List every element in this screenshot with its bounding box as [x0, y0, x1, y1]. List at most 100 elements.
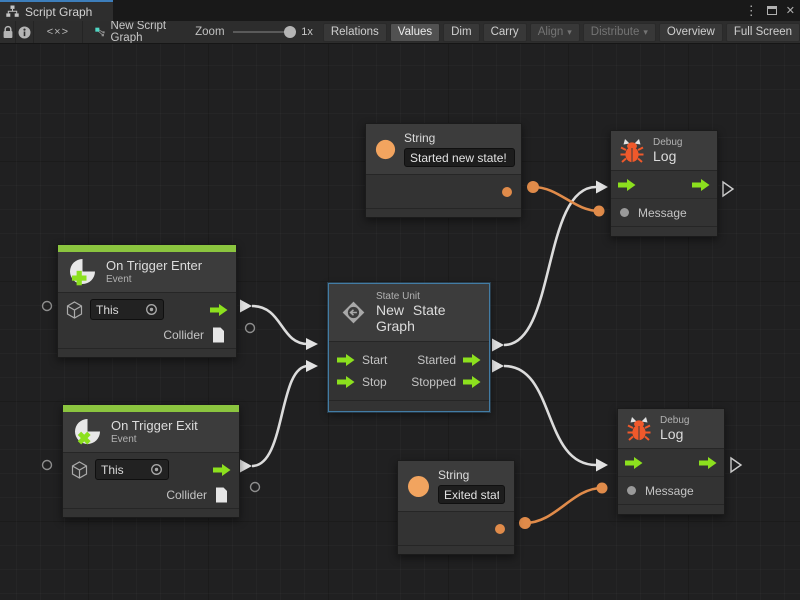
distribute-dropdown[interactable]: Distribute [583, 23, 656, 42]
graph-breadcrumb[interactable]: New Script Graph [95, 21, 172, 44]
node-footer [618, 504, 724, 514]
unconnected-port-triangle[interactable] [723, 182, 733, 196]
graph-hierarchy-icon [6, 5, 19, 18]
node-on-trigger-enter[interactable]: On Trigger Enter Event This [57, 244, 237, 358]
bug-icon [619, 137, 645, 164]
string-value-input[interactable] [404, 148, 515, 167]
values-toggle[interactable]: Values [390, 23, 440, 42]
zoom-label: Zoom [195, 26, 224, 38]
node-port-row [398, 512, 514, 545]
node-string-bottom[interactable]: String [397, 460, 515, 555]
wire-string-to-message-bottom[interactable] [525, 488, 602, 523]
unconnected-port-circle[interactable] [246, 324, 255, 333]
menu-kebab-icon[interactable] [745, 4, 758, 17]
flow-output-port[interactable] [463, 354, 481, 366]
wire-arrowhead [492, 360, 504, 373]
node-footer [63, 508, 239, 517]
wire-exit-to-stop[interactable] [252, 366, 308, 466]
node-kicker: Debug [653, 137, 682, 148]
node-string-top[interactable]: String [365, 123, 522, 218]
state-unit-icon [339, 296, 368, 329]
wire-string-to-message-top[interactable] [533, 187, 599, 211]
flow-input-port[interactable] [337, 376, 355, 388]
flow-input-port[interactable] [625, 457, 643, 469]
window-controls [745, 0, 800, 21]
node-state-unit[interactable]: State Unit New State Graph Start Started… [328, 283, 490, 412]
lock-button[interactable] [0, 21, 16, 44]
message-input-port[interactable] [627, 486, 636, 495]
node-kicker: State Unit [376, 291, 479, 302]
node-debug-log-bottom[interactable]: Debug Log Message [617, 408, 725, 515]
wire-stopped-to-log[interactable] [504, 366, 596, 465]
object-picker-icon[interactable] [150, 463, 163, 476]
port-label: Stopped [411, 375, 456, 389]
toolbar-toggles: Relations Values Dim Carry Align Distrib… [323, 23, 800, 42]
string-literal-icon [375, 138, 396, 161]
overview-button[interactable]: Overview [659, 23, 723, 42]
flow-output-port[interactable] [463, 376, 481, 388]
node-on-trigger-exit[interactable]: On Trigger Exit Event This [62, 404, 240, 518]
node-subtitle: Event [111, 434, 198, 445]
wire-enter-to-start[interactable] [252, 306, 308, 344]
node-footer [398, 545, 514, 554]
node-title: New State Graph [376, 302, 479, 334]
align-dropdown[interactable]: Align [530, 23, 580, 42]
unconnected-port-triangle[interactable] [731, 458, 741, 472]
flow-input-port[interactable] [337, 354, 355, 366]
fullscreen-button[interactable]: Full Screen [726, 23, 800, 42]
node-footer [329, 400, 489, 411]
script-graph-asset-icon [95, 25, 105, 39]
node-footer [611, 226, 717, 236]
value-port-row: Message [611, 199, 717, 226]
unconnected-port-circle[interactable] [43, 461, 52, 470]
tab-label: Script Graph [25, 5, 92, 19]
value-port-row: Message [618, 477, 724, 504]
node-title: String [404, 131, 515, 145]
node-header: String [398, 461, 514, 512]
relations-toggle[interactable]: Relations [323, 23, 387, 42]
connection-values-button[interactable]: <×> [34, 21, 82, 44]
message-input-port[interactable] [620, 208, 629, 217]
collider-document-icon[interactable] [215, 487, 228, 503]
angle-x-icon: <×> [47, 26, 69, 38]
flow-output-port[interactable] [213, 464, 231, 476]
port-label: Stop [362, 375, 387, 389]
zoom-slider-handle[interactable] [284, 26, 296, 38]
gameobject-cube-icon [71, 461, 88, 479]
tab-script-graph[interactable]: Script Graph [0, 0, 113, 21]
info-button[interactable] [16, 21, 34, 44]
target-object-field[interactable]: This [90, 299, 164, 320]
bug-icon [626, 415, 652, 442]
object-picker-icon[interactable] [145, 303, 158, 316]
unconnected-port-circle[interactable] [43, 302, 52, 311]
node-title: Log [660, 426, 689, 442]
flow-output-port[interactable] [692, 179, 710, 191]
port-label: Message [645, 484, 694, 498]
target-object-field[interactable]: This [95, 459, 169, 480]
node-debug-log-top[interactable]: Debug Log Message [610, 130, 718, 237]
zoom-slider[interactable] [233, 25, 295, 39]
flow-output-port[interactable] [210, 304, 228, 316]
flow-output-port[interactable] [699, 457, 717, 469]
node-header: String [366, 124, 521, 175]
dim-toggle[interactable]: Dim [443, 23, 479, 42]
event-add-icon [67, 256, 98, 287]
carry-toggle[interactable]: Carry [483, 23, 527, 42]
close-icon[interactable] [786, 4, 795, 17]
flow-input-port[interactable] [618, 179, 636, 191]
node-title: On Trigger Enter [106, 258, 202, 273]
node-port-row [366, 175, 521, 208]
collider-document-icon[interactable] [212, 327, 225, 343]
port-label: Message [638, 206, 687, 220]
node-subtitle: Event [106, 274, 202, 285]
node-header: On Trigger Exit Event [63, 412, 239, 453]
maximize-icon[interactable] [767, 6, 777, 15]
graph-canvas[interactable]: String Debug Log [0, 44, 800, 600]
node-body: This Collider [58, 293, 236, 348]
string-output-port[interactable] [502, 187, 512, 197]
unconnected-port-circle[interactable] [251, 483, 260, 492]
toolbar: <×> New Script Graph Zoom 1x Relations V… [0, 21, 800, 44]
string-value-input[interactable] [438, 485, 505, 504]
string-output-port[interactable] [495, 524, 505, 534]
node-body: Start Started Stop Stopped [329, 342, 489, 400]
